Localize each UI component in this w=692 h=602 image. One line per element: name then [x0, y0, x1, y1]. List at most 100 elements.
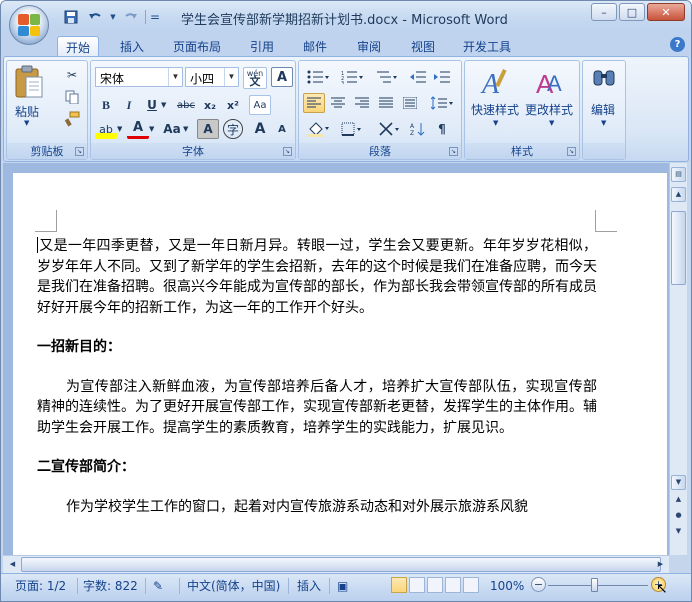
vertical-scroll-thumb[interactable]	[671, 211, 686, 285]
paste-button[interactable]: 粘贴 ▼	[11, 65, 47, 127]
tab-view[interactable]: 视图	[403, 36, 443, 57]
align-left-button[interactable]	[303, 93, 325, 113]
quick-styles-button[interactable]: A 快速样式 ▼	[469, 65, 523, 131]
align-center-icon[interactable]	[327, 93, 349, 113]
decrease-indent-icon[interactable]	[407, 67, 429, 87]
font-color-dropdown-icon[interactable]: ▼	[149, 125, 154, 133]
zoom-out-button[interactable]: −	[531, 577, 546, 592]
zoom-slider-thumb[interactable]	[591, 578, 598, 592]
bold-button[interactable]: B	[95, 95, 117, 115]
redo-icon[interactable]	[121, 8, 141, 26]
macro-record-icon[interactable]: ▣	[337, 577, 348, 595]
maximize-button[interactable]: □	[619, 3, 645, 21]
clipboard-launcher-icon[interactable]: ↘	[75, 147, 84, 156]
paragraph-group-label: 段落	[299, 143, 461, 159]
next-page-icon[interactable]: ▼	[671, 525, 686, 540]
character-shading-button[interactable]: A	[197, 119, 219, 139]
tab-mailings[interactable]: 邮件	[295, 36, 335, 57]
font-size-combo[interactable]: 小四 ▼	[185, 67, 239, 87]
tab-insert[interactable]: 插入	[112, 36, 152, 57]
italic-button[interactable]: I	[118, 95, 140, 115]
highlight-button[interactable]: ab	[95, 119, 117, 139]
word-count[interactable]: 字数: 822	[83, 577, 138, 595]
phonetic-guide-button[interactable]: wén 文	[243, 67, 267, 89]
document-text[interactable]: 又是一年四季更替，又是一年日新月异。转眼一过，学生会又要更新。年年岁岁花相似，岁…	[37, 236, 597, 517]
full-screen-reading-view-icon[interactable]	[409, 577, 425, 593]
scroll-left-icon[interactable]: ◀	[5, 557, 20, 572]
highlight-dropdown-icon[interactable]: ▼	[117, 125, 122, 133]
styles-launcher-icon[interactable]: ↘	[567, 147, 576, 156]
shading-icon[interactable]	[303, 119, 333, 139]
vertical-scrollbar[interactable]: ▤ ▲ ▼ ▲ ● ▼	[669, 163, 687, 555]
customize-qat-icon[interactable]: =	[150, 8, 160, 26]
format-painter-icon[interactable]	[61, 109, 83, 129]
previous-page-icon[interactable]: ▲	[671, 493, 686, 508]
underline-dropdown-icon[interactable]: ▼	[161, 101, 166, 109]
align-right-icon[interactable]	[351, 93, 373, 113]
language-indicator[interactable]: 中文(简体，中国)	[187, 577, 280, 595]
draft-view-icon[interactable]	[463, 577, 479, 593]
justify-icon[interactable]	[375, 93, 397, 113]
zoom-slider-track[interactable]	[548, 585, 648, 586]
tab-review[interactable]: 审阅	[349, 36, 389, 57]
tab-developer[interactable]: 开发工具	[455, 36, 519, 57]
line-spacing-icon[interactable]	[427, 93, 457, 113]
tab-references[interactable]: 引用	[242, 36, 282, 57]
office-button[interactable]	[9, 5, 49, 45]
font-name-dropdown-icon[interactable]: ▼	[168, 68, 182, 86]
enclose-characters-button[interactable]: 字	[223, 119, 243, 139]
insert-mode[interactable]: 插入	[297, 577, 321, 595]
font-name-combo[interactable]: 宋体 ▼	[95, 67, 183, 87]
borders-icon[interactable]	[337, 119, 367, 139]
subscript-button[interactable]: x₂	[199, 95, 221, 115]
editing-button[interactable]: 编辑 ▼	[585, 65, 623, 131]
increase-indent-icon[interactable]	[431, 67, 453, 87]
bullets-icon[interactable]	[303, 67, 333, 87]
page-count[interactable]: 页面: 1/2	[15, 577, 66, 595]
scroll-up-icon[interactable]: ▲	[671, 187, 686, 202]
font-size-dropdown-icon[interactable]: ▼	[224, 68, 238, 86]
shrink-font-button[interactable]: A	[271, 119, 293, 139]
zoom-level[interactable]: 100%	[490, 577, 524, 595]
help-icon[interactable]: ?	[670, 37, 685, 52]
font-color-button[interactable]: A	[127, 119, 149, 139]
horizontal-scrollbar[interactable]: ◀ ▶	[3, 555, 669, 573]
horizontal-scroll-thumb[interactable]	[21, 557, 661, 572]
change-case-button[interactable]: Aa	[161, 119, 183, 139]
font-launcher-icon[interactable]: ↘	[283, 147, 292, 156]
web-layout-view-icon[interactable]	[427, 577, 443, 593]
undo-icon[interactable]	[85, 8, 105, 26]
close-button[interactable]: ✕	[647, 3, 685, 21]
character-border-button[interactable]: A	[271, 67, 293, 87]
outline-view-icon[interactable]	[445, 577, 461, 593]
copy-icon[interactable]	[61, 87, 83, 107]
superscript-button[interactable]: x²	[222, 95, 244, 115]
undo-dropdown-icon[interactable]: ▼	[109, 8, 117, 26]
asian-layout-icon[interactable]	[375, 119, 405, 139]
sort-icon[interactable]: AZ	[407, 119, 429, 139]
tab-home[interactable]: 开始	[57, 36, 100, 57]
clear-formatting-button[interactable]: Aa	[249, 95, 271, 115]
print-layout-view-icon[interactable]	[391, 577, 407, 593]
document-page[interactable]: 又是一年四季更替，又是一年日新月异。转眼一过，学生会又要更新。年年岁岁花相似，岁…	[13, 173, 667, 557]
cut-icon[interactable]: ✂	[61, 65, 83, 85]
show-marks-icon[interactable]: ¶	[431, 119, 453, 139]
scroll-right-icon[interactable]: ▶	[653, 557, 668, 572]
minimize-button[interactable]: –	[591, 3, 617, 21]
scroll-down-icon[interactable]: ▼	[671, 475, 686, 490]
strikethrough-button[interactable]: abc	[175, 95, 197, 115]
change-case-dropdown-icon[interactable]: ▼	[183, 125, 188, 133]
numbering-icon[interactable]: 123	[337, 67, 367, 87]
paragraph-launcher-icon[interactable]: ↘	[449, 147, 458, 156]
change-styles-button[interactable]: A A 更改样式 ▼	[525, 65, 579, 131]
proofing-icon[interactable]: ✎	[153, 577, 163, 595]
tab-page-layout[interactable]: 页面布局	[165, 36, 229, 57]
distributed-icon[interactable]	[399, 93, 421, 113]
grow-font-button[interactable]: A	[249, 119, 271, 139]
font-size-value: 小四	[190, 72, 215, 86]
underline-button[interactable]: U	[141, 95, 163, 115]
save-icon[interactable]	[61, 8, 81, 26]
ruler-toggle-icon[interactable]: ▤	[671, 167, 686, 182]
select-browse-object-icon[interactable]: ●	[671, 509, 686, 524]
multilevel-list-icon[interactable]	[371, 67, 401, 87]
